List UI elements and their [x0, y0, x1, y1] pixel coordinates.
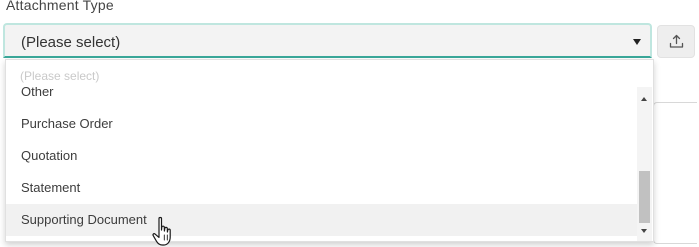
dropdown-option-quotation[interactable]: Quotation	[6, 140, 637, 172]
attachment-type-dropdown: (Please select) Other Purchase Order Quo…	[5, 59, 654, 242]
dropdown-option-statement[interactable]: Statement	[6, 172, 637, 204]
attachment-type-form: Attachment Type (Please select) (Please …	[0, 0, 699, 247]
dropdown-option-other[interactable]: Other	[6, 87, 637, 108]
caret-down-icon[interactable]	[633, 39, 641, 45]
dropdown-option-purchase-order[interactable]: Purchase Order	[6, 108, 637, 140]
background-textarea	[653, 102, 697, 244]
attachment-type-label: Attachment Type	[6, 0, 114, 13]
dropdown-list: Other Purchase Order Quotation Statement…	[6, 87, 637, 241]
scrollbar-thumb[interactable]	[639, 171, 650, 223]
select-current-value: (Please select)	[21, 34, 121, 51]
attachment-type-select[interactable]: (Please select)	[3, 23, 652, 58]
dropdown-option-supporting-document[interactable]: Supporting Document	[6, 204, 637, 236]
dropdown-scrollbar[interactable]	[637, 87, 652, 241]
dropdown-option-placeholder[interactable]: (Please select)	[20, 69, 99, 83]
scroll-down-arrow-icon[interactable]	[641, 229, 647, 233]
scroll-up-arrow-icon[interactable]	[641, 97, 647, 101]
hand-pointer-cursor	[152, 216, 171, 246]
upload-icon	[669, 34, 684, 48]
upload-button[interactable]	[657, 25, 695, 58]
